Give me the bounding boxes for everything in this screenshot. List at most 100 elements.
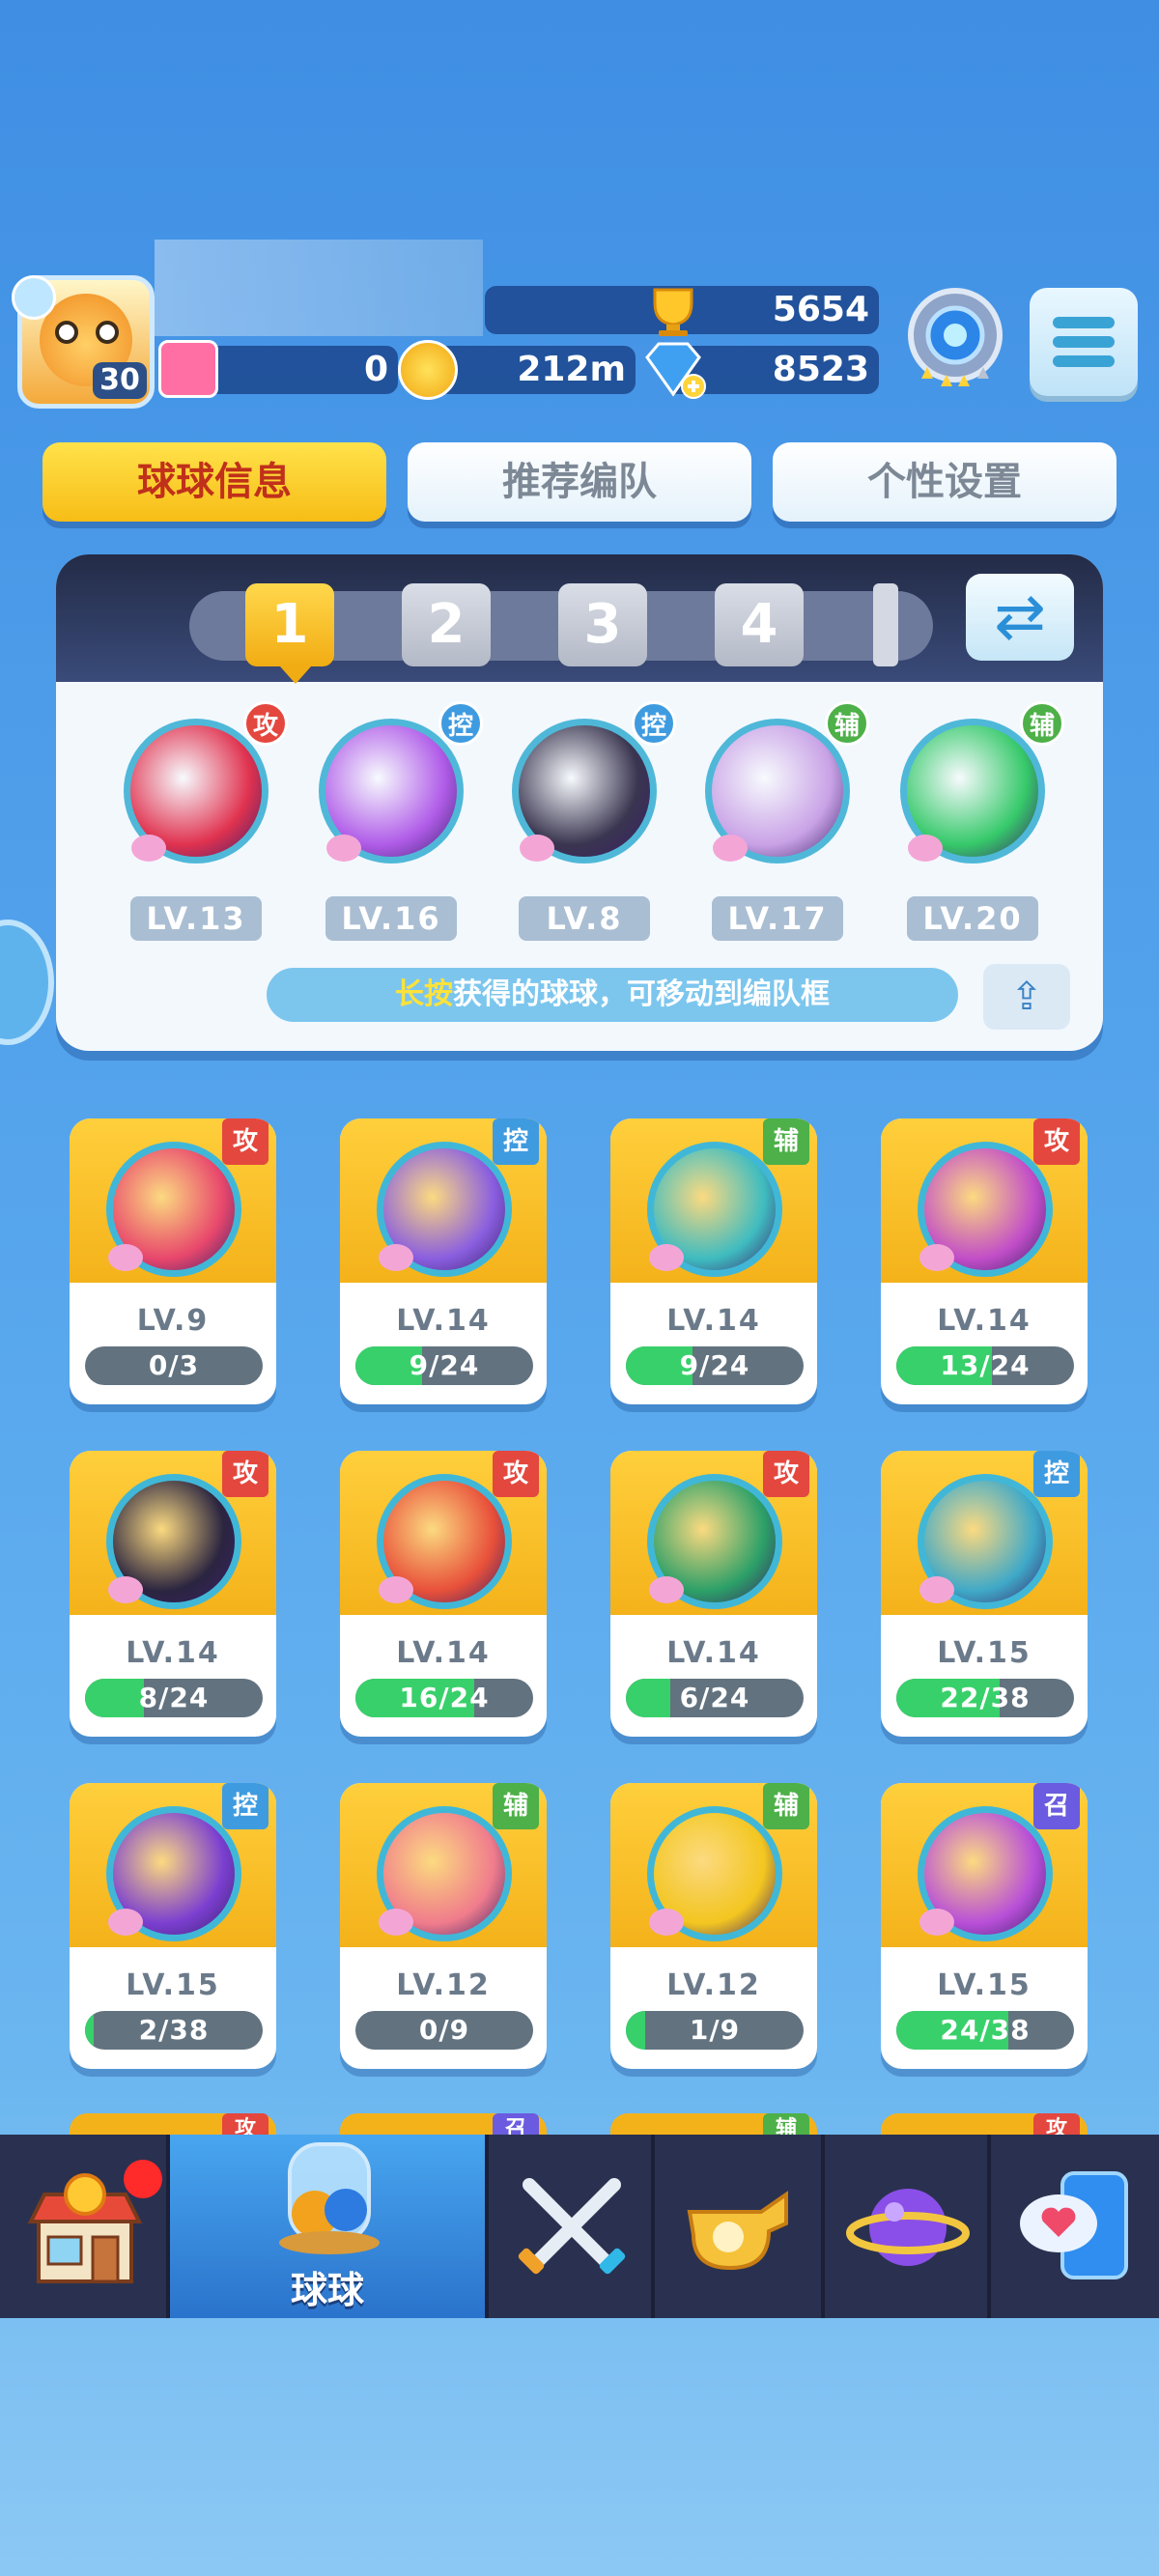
ball-progress-bar: 0/3 [85,1346,263,1385]
flower-icon [520,835,554,862]
nav-planet[interactable] [825,2135,991,2318]
flower-icon [326,835,361,862]
ball-card[interactable]: 辅 LV.14 9/24 [610,1118,817,1404]
menu-line [1053,355,1115,367]
ball-card[interactable]: 召 LV.15 24/38 [881,1783,1088,2069]
ball-type-badge: 攻 [1033,1118,1080,1165]
ball-type-badge: 攻 [222,1451,269,1497]
tab-ball-info[interactable]: 球球信息 [42,442,386,522]
ball-progress-text: 24/38 [940,2014,1031,2046]
ball-type-badge: 攻 [222,1118,269,1165]
gems-count: 8523 [772,350,869,389]
coin-plus-icon[interactable] [398,340,458,400]
ball-level: LV.14 [396,1636,491,1670]
team-slot-4[interactable]: 4 [715,583,804,666]
avatar-eye [55,321,78,344]
ball-card[interactable]: 攻 LV.14 13/24 [881,1118,1088,1404]
side-drawer-button[interactable] [0,920,54,1045]
flower-icon [379,1244,413,1271]
selected-slot-arrow [280,666,311,684]
trophy-count: 5654 [772,290,869,329]
ball-card[interactable]: 攻 LV.14 6/24 [610,1451,817,1737]
flower-icon [908,835,943,862]
ball-level: LV.14 [666,1636,761,1670]
tab-personal-settings[interactable]: 个性设置 [773,442,1117,522]
ball-level: LV.14 [666,1304,761,1338]
swap-button[interactable]: ⇄ [966,574,1074,661]
team-slot-3[interactable]: 3 [558,583,647,666]
flower-icon [131,835,166,862]
trophy-icon [653,288,693,336]
ball-level: LV.15 [937,1968,1032,2002]
shop-notification-dot [124,2160,162,2198]
menu-line [1053,317,1115,328]
flower-icon [713,835,748,862]
nav-social[interactable] [991,2135,1159,2318]
ball-jar-icon [279,2142,380,2254]
team-ball-1-type-badge: 攻 [243,701,288,746]
team-ball-1-level: LV.13 [130,896,262,941]
ball-level: LV.15 [937,1636,1032,1670]
nav-balls[interactable]: 球球 [170,2135,489,2318]
gem-plus-icon[interactable] [639,338,707,402]
ball-progress-text: 6/24 [679,1682,750,1713]
team-slot-2[interactable]: 2 [402,583,491,666]
share-button[interactable]: ⇪ [983,964,1070,1030]
crossed-swords-icon [518,2178,626,2275]
ball-level: LV.15 [126,1968,220,2002]
drag-hint: 长按获得的球球，可移动到编队框 [267,968,958,1022]
ball-card[interactable]: 攻 LV.14 16/24 [340,1451,547,1737]
ball-card[interactable]: 辅 LV.12 0/9 [340,1783,547,2069]
team-ball-3-type-badge: 控 [632,701,676,746]
ball-level: LV.12 [666,1968,761,2002]
ball-level: LV.12 [396,1968,491,2002]
ball-progress-text: 2/38 [138,2014,210,2046]
ball-progress-text: 0/9 [418,2014,470,2046]
ticket-plus-icon[interactable] [158,340,218,398]
ball-progress-bar: 6/24 [626,1679,804,1717]
ball-progress-text: 22/38 [940,1682,1031,1713]
ball-progress-text: 9/24 [679,1349,750,1381]
flower-icon [108,1576,143,1603]
player-level-badge: 30 [93,362,147,399]
swap-arrows-icon: ⇄ [994,581,1046,653]
nav-whistle[interactable] [655,2135,825,2318]
ball-card[interactable]: 控 LV.15 2/38 [70,1783,276,2069]
ball-progress-bar: 22/38 [896,1679,1074,1717]
ball-card[interactable]: 辅 LV.12 1/9 [610,1783,817,2069]
ball-progress-bar: 16/24 [355,1679,533,1717]
team-slot-more[interactable] [873,583,898,666]
ball-progress-bar: 9/24 [355,1346,533,1385]
ball-progress-bar: 8/24 [85,1679,263,1717]
ball-type-badge: 辅 [763,1118,809,1165]
planet-icon [846,2189,970,2266]
whistle-icon [687,2191,788,2271]
ball-level: LV.14 [937,1304,1032,1338]
nav-battle[interactable] [489,2135,655,2318]
ball-progress-bar: 1/9 [626,2011,804,2050]
ball-type-badge: 控 [1033,1451,1080,1497]
flower-icon [379,1909,413,1936]
team-ball-2-type-badge: 控 [438,701,483,746]
ball-progress-text: 13/24 [940,1349,1031,1381]
ball-card[interactable]: 控 LV.14 9/24 [340,1118,547,1404]
menu-button[interactable] [1030,288,1138,396]
ball-card[interactable]: 攻 LV.9 0/3 [70,1118,276,1404]
ball-progress-text: 9/24 [409,1349,480,1381]
team-ball-3-level: LV.8 [519,896,650,941]
ball-progress-text: 1/9 [689,2014,741,2046]
ball-type-badge: 控 [493,1118,539,1165]
tab-recommended-team[interactable]: 推荐编队 [408,442,751,522]
flower-icon [108,1244,143,1271]
flower-icon [108,1909,143,1936]
team-panel: 1 2 3 4 ⇄ 攻 LV.13 控 LV.16 控 LV.8 辅 LV.17… [56,554,1103,1051]
ball-progress-bar: 0/9 [355,2011,533,2050]
rank-emblem-icon[interactable] [892,282,1018,398]
team-slot-1[interactable]: 1 [245,583,334,666]
ball-type-badge: 控 [222,1783,269,1829]
ball-progress-text: 16/24 [399,1682,490,1713]
ball-card[interactable]: 控 LV.15 22/38 [881,1451,1088,1737]
ball-card[interactable]: 攻 LV.14 8/24 [70,1451,276,1737]
flower-icon [919,1909,954,1936]
ball-type-badge: 召 [1033,1783,1080,1829]
